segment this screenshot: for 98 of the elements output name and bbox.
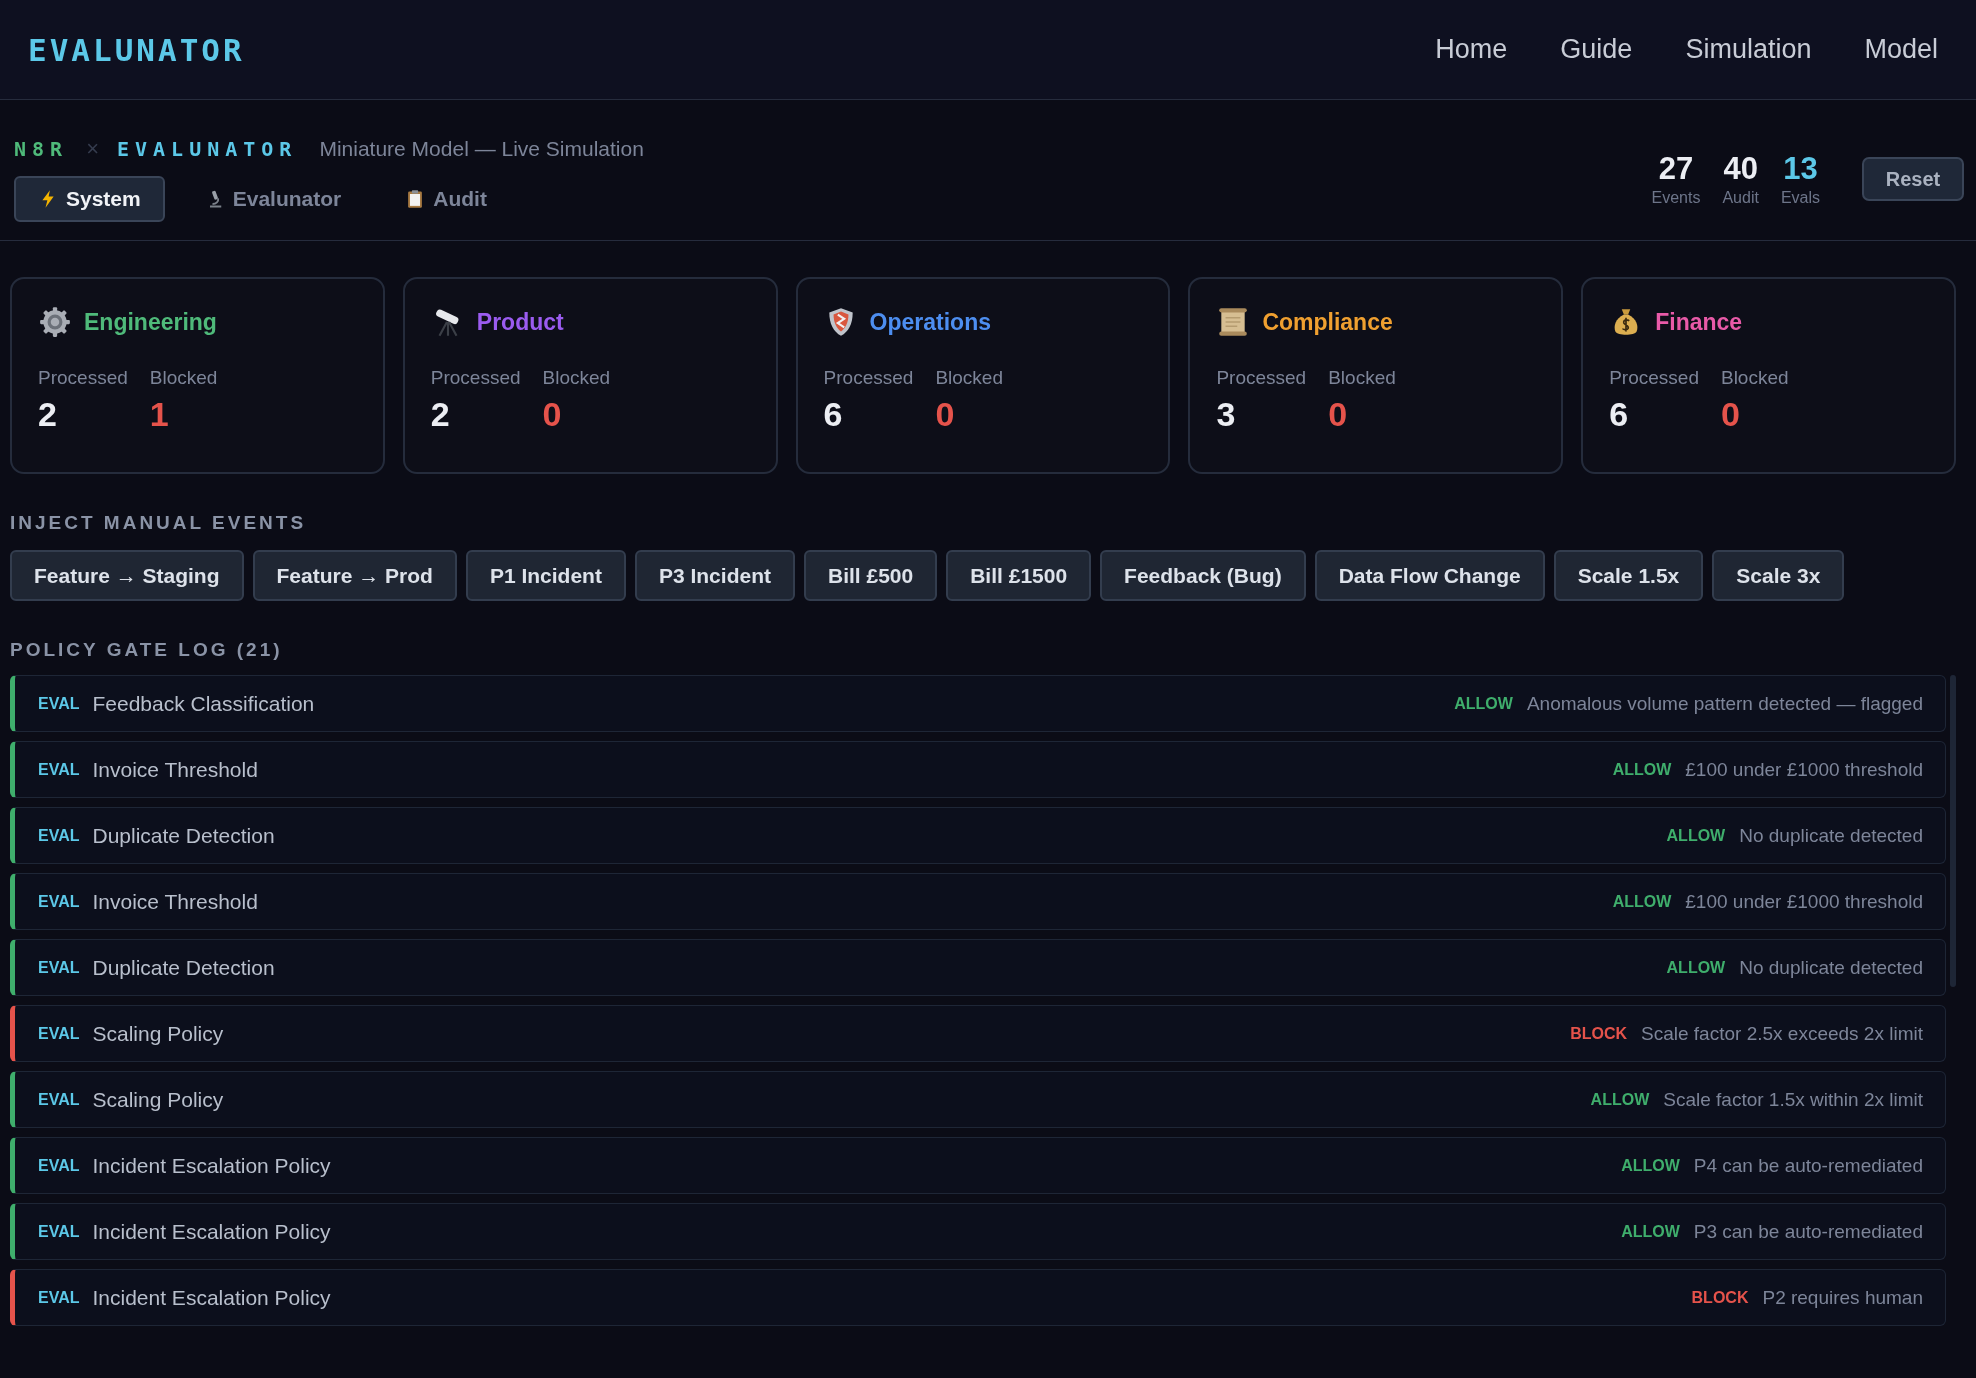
decision-reason: Anomalous volume pattern detected — flagged — [1526, 692, 1923, 715]
decision-label: ALLOW — [1612, 892, 1672, 911]
decision-label: BLOCK — [1691, 1288, 1749, 1307]
stat-label: Events — [1651, 189, 1701, 207]
decision-label: ALLOW — [1590, 1090, 1650, 1109]
metric-label: Blocked — [1720, 367, 1789, 389]
blocked-count: 0 — [1328, 395, 1349, 434]
eval-tag: EVAL — [38, 892, 80, 911]
stat-value: 13 — [1783, 151, 1818, 187]
section-title: INJECT MANUAL EVENTS — [9, 512, 308, 534]
decision-reason: P2 requires human — [1762, 1286, 1923, 1309]
event-button[interactable]: P3 Incident — [634, 550, 795, 601]
metric-label: Processed — [823, 367, 914, 389]
tab[interactable]: System — [14, 176, 165, 222]
policy-name: Duplicate Detection — [92, 955, 276, 980]
metric-label: Processed — [1609, 367, 1699, 389]
eval-tag: EVAL — [38, 1024, 80, 1043]
eval-tag: EVAL — [38, 1156, 80, 1175]
eval-tag: EVAL — [38, 958, 80, 977]
decision-reason: £100 under £1000 threshold — [1685, 890, 1923, 913]
event-button[interactable]: Feature → Prod — [252, 550, 457, 601]
department-name: Compliance — [1262, 308, 1393, 336]
processed-count: 2 — [38, 395, 58, 434]
metric-label: Processed — [430, 367, 521, 389]
reset-button[interactable]: Reset — [1862, 157, 1964, 201]
decision-label: ALLOW — [1454, 694, 1513, 713]
policy-name: Duplicate Detection — [92, 823, 276, 848]
eval-tag: EVAL — [38, 694, 80, 713]
blocked-count: 0 — [935, 395, 956, 434]
policy-name: Invoice Threshold — [92, 757, 259, 782]
eval-tag: EVAL — [38, 1288, 80, 1307]
nav-link[interactable]: Model — [1864, 34, 1938, 65]
nav-link[interactable]: Simulation — [1685, 34, 1812, 65]
event-button[interactable]: Scale 3x — [1712, 550, 1845, 601]
event-button[interactable]: Bill £500 — [803, 550, 938, 601]
gear-icon — [38, 305, 72, 339]
page-title: EVALUNATOR — [117, 137, 298, 161]
nav-link[interactable]: Home — [1435, 34, 1508, 65]
blocked-count: 0 — [542, 395, 563, 434]
decision-reason: £100 under £1000 threshold — [1685, 758, 1923, 781]
stat-label: Evals — [1780, 189, 1820, 207]
policy-name: Incident Escalation Policy — [92, 1285, 332, 1310]
page-subtitle: Miniature Model — Live Simulation — [319, 137, 644, 161]
decision-reason: P3 can be auto-remediated — [1693, 1220, 1923, 1243]
processed-count: 3 — [1216, 395, 1237, 434]
eval-tag: EVAL — [38, 1222, 80, 1241]
decision-label: ALLOW — [1612, 760, 1672, 779]
decision-reason: Scale factor 1.5x within 2x limit — [1663, 1088, 1923, 1111]
processed-count: 6 — [1609, 395, 1630, 434]
decision-label: ALLOW — [1666, 958, 1726, 977]
metric-label: Blocked — [149, 367, 218, 389]
metric-label: Blocked — [935, 367, 1003, 389]
stat-label: Audit — [1722, 189, 1759, 207]
decision-label: BLOCK — [1570, 1024, 1628, 1043]
policy-name: Incident Escalation Policy — [92, 1153, 332, 1178]
metric-label: Blocked — [542, 367, 611, 389]
eval-tag: EVAL — [38, 1090, 80, 1109]
event-button[interactable]: Scale 1.5x — [1553, 550, 1704, 601]
eval-tag: EVAL — [38, 760, 80, 779]
decision-label: ALLOW — [1666, 826, 1726, 845]
event-button[interactable]: P1 Incident — [465, 550, 626, 601]
event-button[interactable]: Bill £1500 — [946, 550, 1092, 601]
department-name: Operations — [869, 308, 991, 336]
stat-value: 40 — [1723, 151, 1758, 187]
decision-reason: Scale factor 2.5x exceeds 2x limit — [1641, 1022, 1923, 1045]
metric-label: Blocked — [1328, 367, 1396, 389]
processed-count: 6 — [823, 395, 844, 434]
metric-label: Processed — [1216, 367, 1307, 389]
tab[interactable]: Audit — [381, 176, 511, 222]
brand-prefix: N8R — [14, 137, 69, 161]
section-title: POLICY GATE LOG (21) — [9, 639, 284, 661]
department-name: Product — [476, 308, 564, 336]
department-name: Finance — [1655, 308, 1743, 336]
event-button[interactable]: Feature → Staging — [10, 550, 244, 601]
decision-reason: No duplicate detected — [1739, 956, 1923, 979]
policy-name: Invoice Threshold — [92, 889, 259, 914]
stat-value: 27 — [1658, 151, 1694, 187]
tab[interactable]: Evalunator — [180, 176, 366, 222]
metric-label: Processed — [38, 367, 128, 389]
blocked-count: 0 — [1720, 395, 1741, 434]
decision-reason: P4 can be auto-remediated — [1693, 1154, 1923, 1177]
processed-count: 2 — [430, 395, 451, 434]
decision-label: ALLOW — [1621, 1156, 1680, 1175]
nav-link[interactable]: Guide — [1560, 34, 1633, 65]
decision-reason: No duplicate detected — [1739, 824, 1923, 847]
eval-tag: EVAL — [38, 826, 80, 845]
event-button[interactable]: Feedback (Bug) — [1100, 550, 1306, 601]
policy-name: Scaling Policy — [92, 1087, 225, 1112]
event-button[interactable]: Data Flow Change — [1314, 550, 1545, 601]
scrollbar[interactable] — [1950, 675, 1956, 987]
app-logo[interactable]: EVALUNATOR — [28, 31, 245, 68]
separator: × — [86, 136, 99, 162]
department-name: Engineering — [84, 308, 217, 336]
blocked-count: 1 — [149, 395, 170, 434]
policy-name: Feedback Classification — [92, 691, 316, 716]
decision-label: ALLOW — [1621, 1222, 1680, 1241]
policy-name: Incident Escalation Policy — [92, 1219, 332, 1244]
policy-name: Scaling Policy — [92, 1021, 225, 1046]
